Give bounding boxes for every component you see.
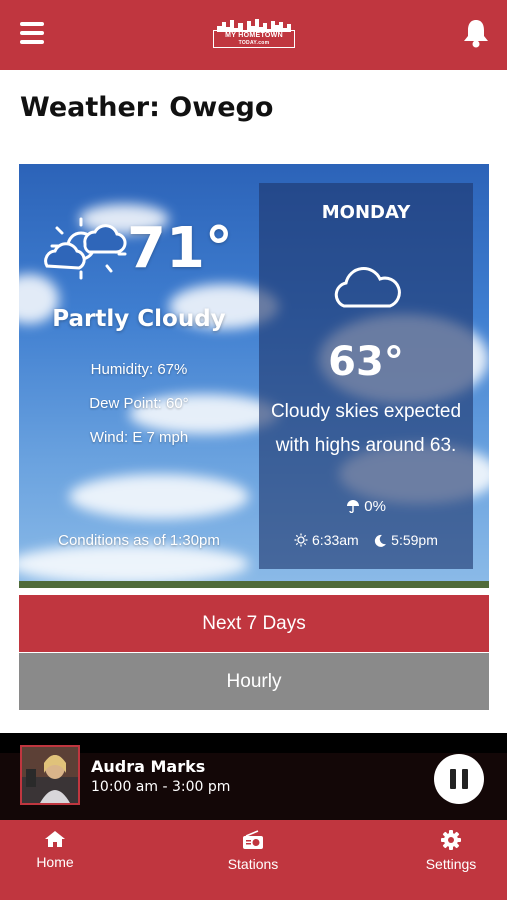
partly-cloudy-icon: [41, 214, 131, 294]
next-7-days-button[interactable]: Next 7 Days: [19, 595, 489, 652]
precip-row: 0%: [259, 498, 473, 515]
wind-text: Wind: E 7 mph: [89, 429, 189, 446]
logo-line1: MY HOMETOWN: [225, 32, 283, 39]
now-playing-bar[interactable]: Audra Marks 10:00 am - 3:00 pm: [0, 733, 507, 820]
forecast-description-line1: Cloudy skies expected: [270, 401, 462, 422]
sunset-time: 5:59pm: [391, 532, 438, 548]
nav-stations[interactable]: Stations: [208, 830, 298, 872]
logo[interactable]: MY HOMETOWN TODAY.com: [213, 18, 295, 48]
top-bar: MY HOMETOWN TODAY.com: [0, 0, 507, 70]
pause-button[interactable]: [434, 754, 484, 804]
cloud-icon: [330, 262, 402, 312]
hourly-button[interactable]: Hourly: [19, 653, 489, 710]
host-name: Audra Marks: [91, 757, 206, 776]
moon-icon: [375, 534, 387, 547]
logo-line2: TODAY.com: [238, 40, 270, 46]
forecast-temperature: 63°: [328, 339, 404, 385]
sunrise-icon: [294, 533, 308, 547]
forecast-description: Cloudy skies expected with highs around …: [259, 395, 473, 463]
humidity-text: Humidity: 67%: [90, 361, 188, 378]
pause-icon-bar: [450, 769, 456, 789]
sunrise-time: 6:33am: [312, 532, 359, 548]
radio-icon: [243, 830, 263, 849]
dew-point-text: Dew Point: 60°: [89, 395, 189, 412]
nav-home[interactable]: Home: [10, 830, 100, 870]
gear-icon: [441, 830, 461, 850]
current-temperature: 71°: [127, 216, 233, 281]
pause-icon-bar: [462, 769, 468, 789]
conditions-timestamp: Conditions as of 1:30pm: [58, 532, 220, 549]
sky-cloud: [69, 474, 249, 519]
forecast-day: MONDAY: [321, 202, 411, 223]
nav-settings-label: Settings: [425, 856, 477, 872]
forecast-description-line2: with highs around 63.: [275, 435, 457, 456]
nav-settings[interactable]: Settings: [406, 830, 496, 872]
avatar: [20, 745, 80, 805]
nav-stations-label: Stations: [227, 856, 279, 872]
page-title: Weather: Owego: [20, 92, 274, 123]
host-photo: [22, 747, 78, 803]
menu-icon[interactable]: [20, 22, 44, 44]
forecast-panel: MONDAY 63° Cloudy skies expected with hi…: [259, 183, 473, 569]
home-icon: [45, 831, 65, 847]
weather-card: 71° Partly Cloudy Humidity: 67% Dew Poin…: [19, 164, 489, 588]
show-time: 10:00 am - 3:00 pm: [91, 779, 231, 795]
bell-icon[interactable]: [462, 18, 490, 48]
current-condition: Partly Cloudy: [52, 306, 226, 332]
sky-cloud: [19, 544, 249, 584]
sun-times-row: 6:33am 5:59pm: [259, 532, 473, 548]
logo-text: MY HOMETOWN TODAY.com: [213, 30, 295, 48]
umbrella-icon: [347, 500, 360, 514]
bottom-nav: Home Stations Settings: [0, 820, 507, 900]
precip-value: 0%: [364, 498, 386, 515]
ground-strip: [19, 581, 489, 588]
nav-home-label: Home: [36, 854, 74, 870]
